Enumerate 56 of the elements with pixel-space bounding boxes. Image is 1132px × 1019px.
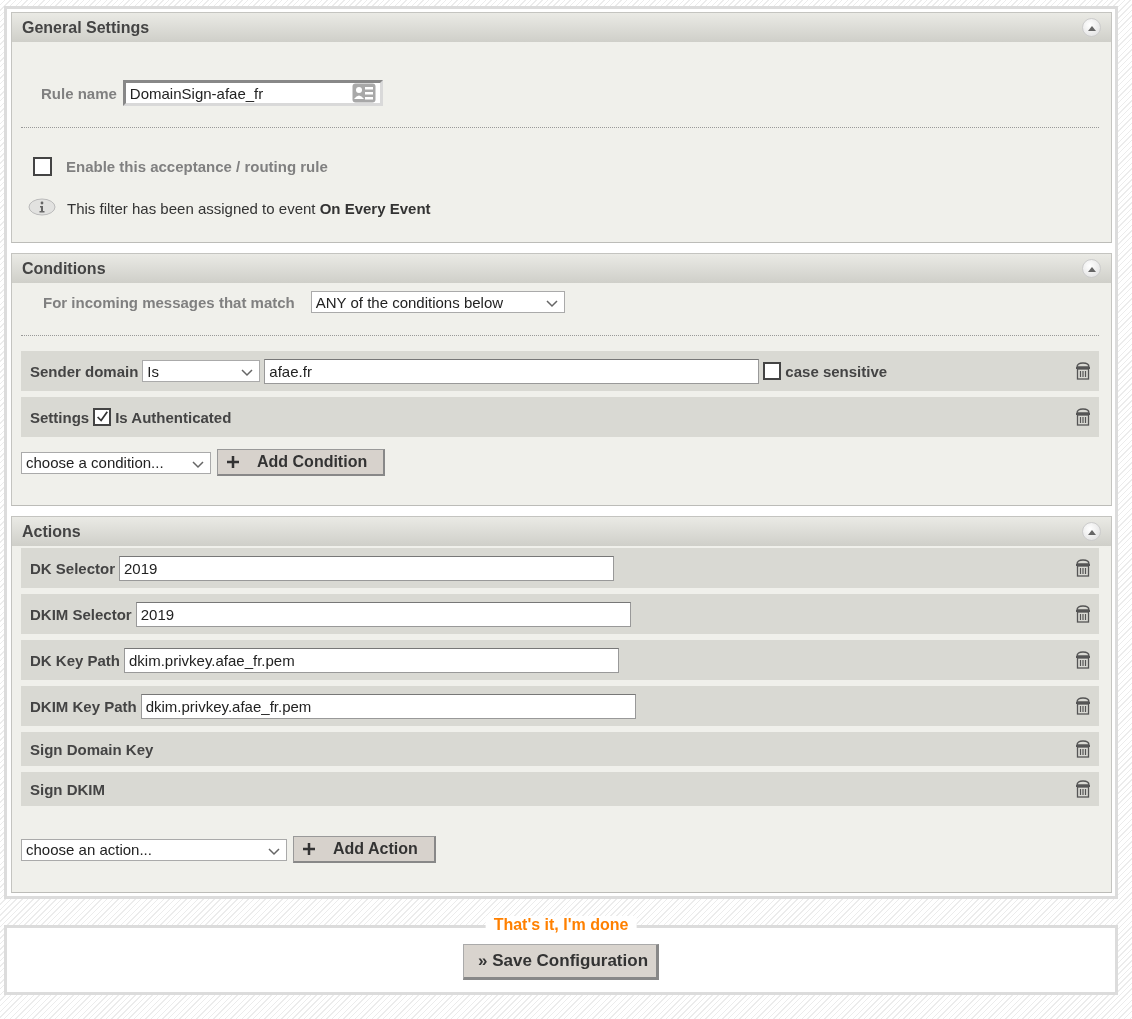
action-dropdown[interactable]: choose an action... [21, 838, 287, 861]
info-icon [28, 198, 56, 218]
condition-dropdown[interactable]: choose a condition... [21, 451, 211, 474]
delete-icon[interactable] [1075, 697, 1091, 715]
collapse-button[interactable] [1082, 18, 1101, 37]
action-label: DK Selector [30, 559, 116, 577]
rule-name-field[interactable]: DomainSign-afae_fr [122, 80, 383, 106]
triangle-icon [1086, 528, 1097, 535]
action-label: Sign DKIM [30, 780, 105, 798]
action-label: DK Key Path [30, 651, 121, 669]
condition-label: Settings [30, 408, 90, 426]
chevron-down-icon [241, 369, 254, 377]
action-value-field[interactable]: dkim.privkey.afae_fr.pem [140, 693, 636, 719]
action-value-field[interactable]: 2019 [119, 555, 615, 581]
section-title: General Settings [22, 18, 151, 37]
delete-icon[interactable] [1075, 740, 1091, 758]
info-text: This filter has been assigned to event On Every Event [67, 199, 431, 217]
delete-icon[interactable] [1075, 362, 1091, 380]
enable-label: Enable this acceptance / routing rule [66, 158, 328, 175]
authenticated-checkbox[interactable] [93, 408, 112, 426]
match-label: For incoming messages that match [43, 293, 295, 311]
plus-icon [303, 843, 315, 855]
chevron-down-icon [192, 460, 204, 469]
add-action-button[interactable]: Add Action [293, 836, 436, 863]
match-dropdown[interactable]: ANY of the conditions below [310, 291, 565, 313]
triangle-icon [1086, 24, 1097, 31]
rule-name-label: Rule name [41, 84, 117, 102]
option-label: Is Authenticated [115, 408, 232, 426]
collapse-button[interactable] [1082, 522, 1101, 541]
delete-icon[interactable] [1075, 780, 1091, 798]
action-label: Sign Domain Key [30, 740, 154, 758]
action-value-field[interactable]: 2019 [135, 601, 631, 627]
section-title: Actions [22, 522, 82, 541]
option-label: case sensitive [785, 362, 888, 380]
save-configuration-button[interactable]: » Save Configuration [463, 944, 659, 980]
delete-icon[interactable] [1075, 651, 1091, 669]
action-value-field[interactable]: dkim.privkey.afae_fr.pem [124, 647, 620, 673]
triangle-icon [1086, 265, 1097, 272]
footer-legend: That's it, I'm done [485, 916, 637, 934]
action-label: DKIM Selector [30, 605, 132, 623]
action-label: DKIM Key Path [30, 697, 137, 715]
chevron-down-icon [268, 847, 280, 856]
add-condition-button[interactable]: Add Condition [217, 449, 386, 476]
condition-value-field[interactable]: afae.fr [264, 358, 760, 384]
operator-dropdown[interactable]: Is [142, 360, 261, 382]
condition-label: Sender domain [30, 362, 139, 380]
contact-card-icon [351, 83, 376, 103]
collapse-button[interactable] [1082, 259, 1101, 278]
delete-icon[interactable] [1075, 559, 1091, 577]
section-title: Conditions [22, 259, 107, 278]
chevron-down-icon [545, 300, 558, 308]
plus-icon [227, 456, 239, 468]
case-checkbox[interactable] [763, 362, 782, 380]
delete-icon[interactable] [1075, 605, 1091, 623]
enable-checkbox[interactable] [33, 157, 52, 176]
delete-icon[interactable] [1075, 408, 1091, 426]
